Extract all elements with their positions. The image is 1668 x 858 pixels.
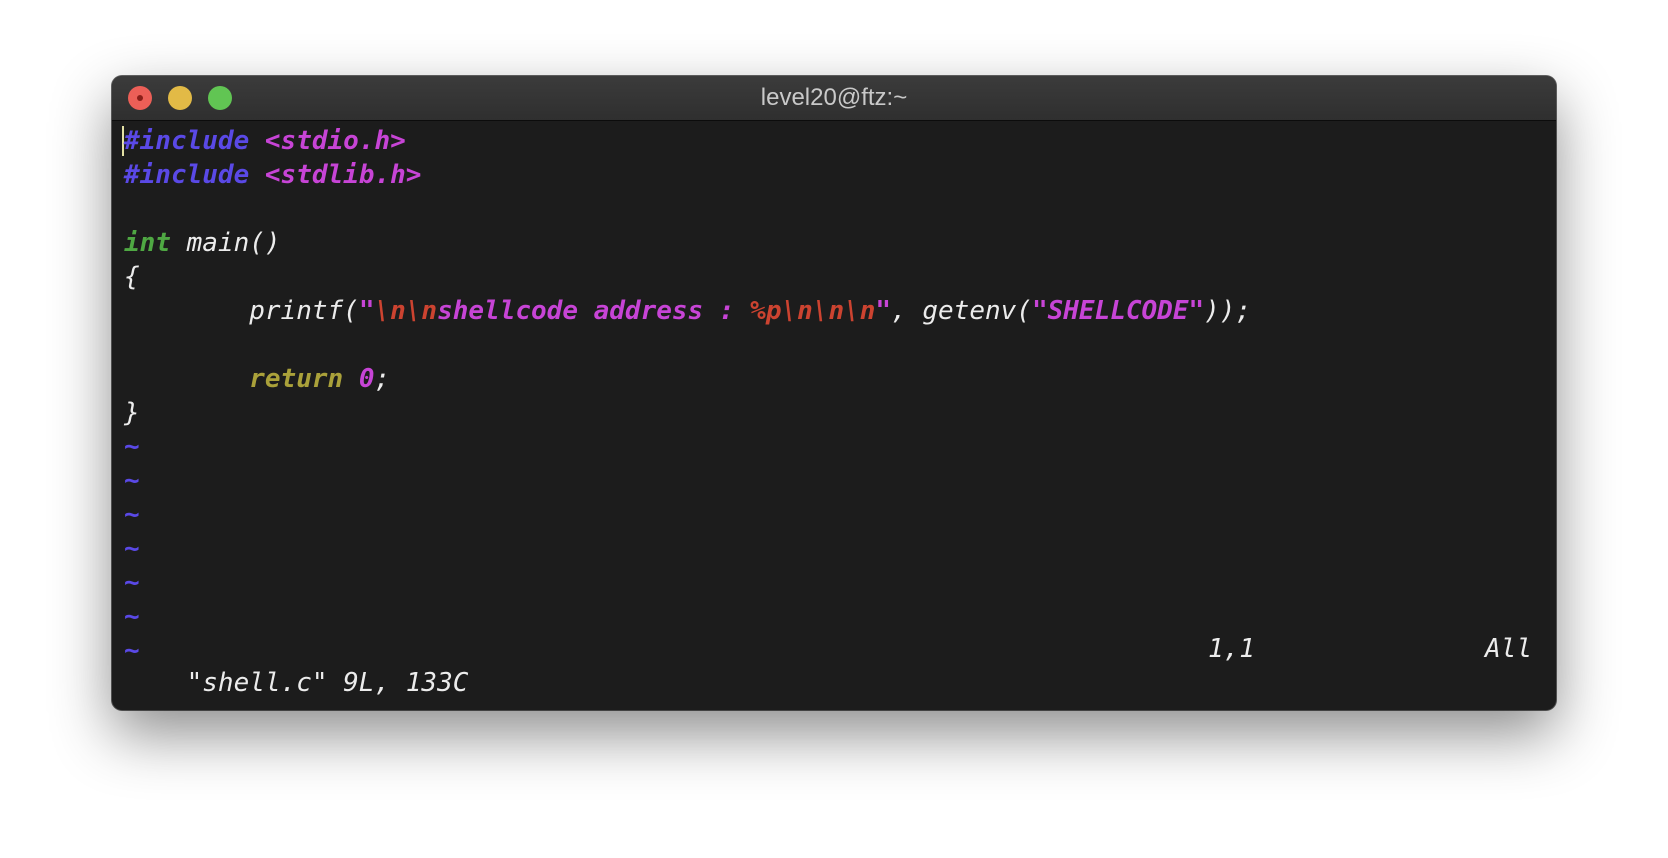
vim-editor[interactable]: #include <stdio.h> #include <stdlib.h> i… bbox=[122, 124, 1544, 668]
string-literal: shellcode address : bbox=[437, 296, 751, 326]
function-call: printf( bbox=[249, 296, 359, 326]
type-keyword: int bbox=[124, 228, 171, 258]
empty-line-marker: ~ bbox=[124, 464, 1544, 498]
tilde-marker: ~ bbox=[124, 432, 140, 462]
tilde-marker: ~ bbox=[124, 466, 140, 496]
statement-end: ; bbox=[374, 364, 391, 394]
include-directive: #include bbox=[124, 126, 250, 156]
return-keyword: return bbox=[249, 364, 344, 394]
code-line: { bbox=[124, 260, 1544, 294]
tilde-marker: ~ bbox=[124, 602, 140, 632]
empty-line-marker: ~ bbox=[124, 532, 1544, 566]
empty-line-marker: ~ bbox=[124, 498, 1544, 532]
include-directive: #include bbox=[124, 160, 250, 190]
tilde-marker: ~ bbox=[124, 500, 140, 530]
cursor-position: 1,1 bbox=[1208, 634, 1255, 664]
string-quote: " bbox=[875, 296, 892, 326]
code-line: printf("\n\nshellcode address : %p\n\n\n… bbox=[124, 294, 1544, 328]
code-line: } bbox=[124, 396, 1544, 430]
vim-status-line: "shell.c" 9L, 133C 1,1 All bbox=[124, 632, 1532, 698]
empty-line-marker: ~ bbox=[124, 600, 1544, 634]
number-literal: 0 bbox=[358, 364, 375, 394]
terminal-window: level20@ftz:~ #include <stdio.h> #includ… bbox=[112, 76, 1556, 710]
scroll-indicator: All bbox=[1485, 634, 1532, 664]
file-info: "shell.c" 9L, 133C bbox=[186, 668, 469, 698]
header-name: <stdio.h> bbox=[264, 126, 406, 156]
open-brace: { bbox=[124, 262, 140, 292]
empty-line-marker: ~ bbox=[124, 430, 1544, 464]
empty-line-marker: ~ bbox=[124, 566, 1544, 600]
statement-end: )); bbox=[1204, 296, 1252, 326]
window-title: level20@ftz:~ bbox=[760, 84, 908, 111]
title-bar[interactable]: level20@ftz:~ bbox=[112, 76, 1556, 121]
function-call: , getenv( bbox=[891, 296, 1032, 326]
close-brace: } bbox=[124, 398, 140, 428]
code-line: #include <stdlib.h> bbox=[124, 158, 1544, 192]
header-name: <stdlib.h> bbox=[264, 160, 422, 190]
format-specifier: %p\n\n\n bbox=[750, 296, 876, 326]
string-literal: "SHELLCODE" bbox=[1031, 296, 1205, 326]
code-line: int main() bbox=[124, 226, 1544, 260]
string-quote: " bbox=[358, 296, 375, 326]
tilde-marker: ~ bbox=[124, 568, 140, 598]
tilde-marker: ~ bbox=[124, 534, 140, 564]
function-signature: main() bbox=[186, 228, 281, 258]
code-line: #include <stdio.h> bbox=[122, 124, 1544, 158]
escape-sequence: \n\n bbox=[374, 296, 438, 326]
code-line: return 0; bbox=[124, 362, 1544, 396]
